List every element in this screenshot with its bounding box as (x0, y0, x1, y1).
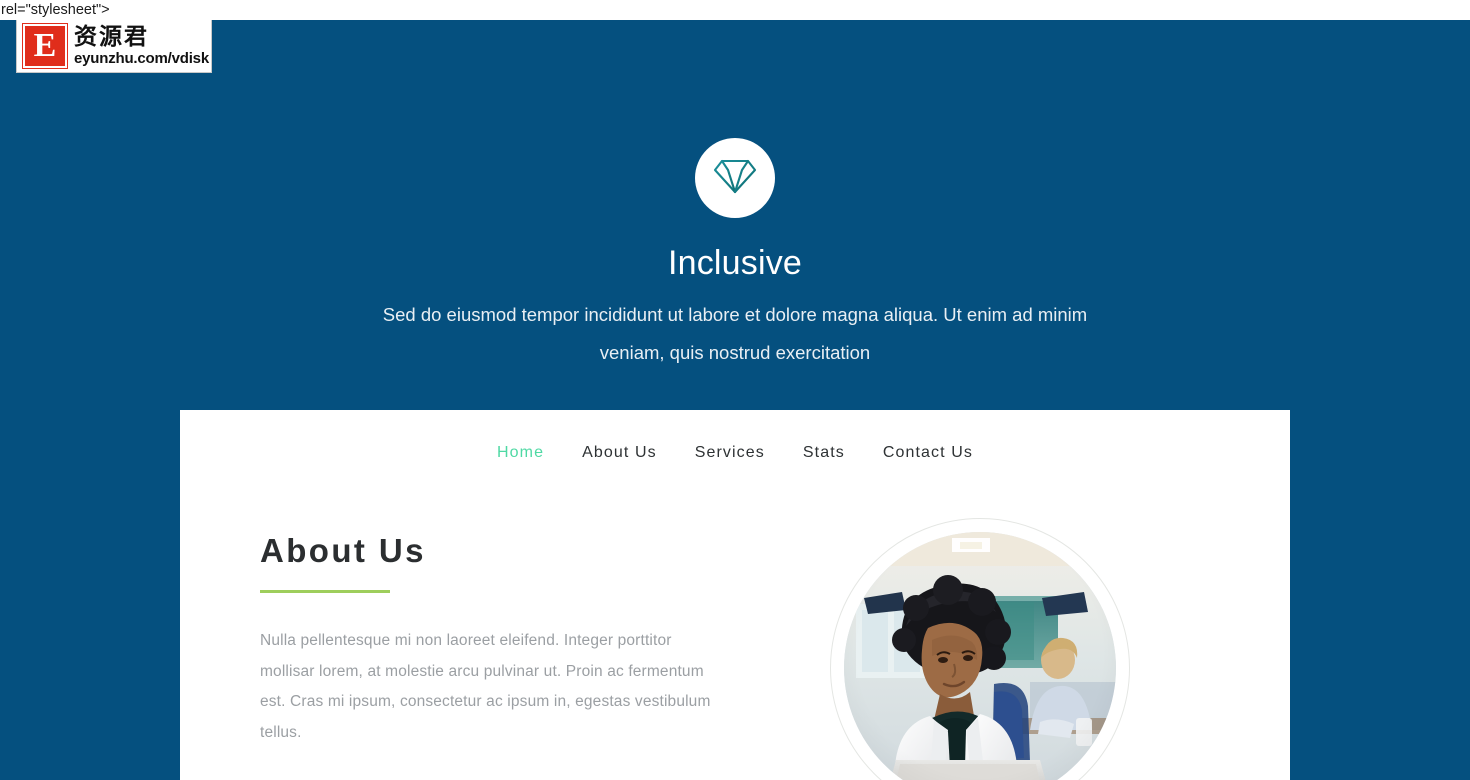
page-root: E 资源君 eyunzhu.com/vdisk Inclusive Sed do… (0, 20, 1470, 780)
nav-item-home[interactable]: Home (497, 444, 544, 462)
about-text-column: About Us Nulla pellentesque mi non laore… (260, 532, 780, 748)
about-section: About Us Nulla pellentesque mi non laore… (180, 462, 1290, 780)
about-photo (844, 532, 1116, 780)
about-heading: About Us (260, 532, 426, 569)
about-photo-ring (830, 518, 1130, 780)
watermark-logo-mark: E (22, 22, 68, 69)
watermark-logo-letter: E (33, 26, 57, 64)
nav-item-contact-us[interactable]: Contact Us (883, 444, 973, 462)
watermark-logo-url: eyunzhu.com/vdisk (74, 49, 209, 67)
diamond-gem-icon (713, 156, 757, 201)
main-navigation: Home About Us Services Stats Contact Us (180, 410, 1290, 462)
watermark-logo-name: 资源君 (74, 23, 149, 50)
browser-source-text: rel="stylesheet"> (0, 0, 1470, 20)
hero-icon-circle (695, 138, 775, 218)
nav-item-services[interactable]: Services (695, 444, 765, 462)
watermark-logo-text: 资源君 eyunzhu.com/vdisk (74, 23, 209, 67)
hero-title: Inclusive (667, 244, 803, 282)
nav-item-stats[interactable]: Stats (803, 444, 845, 462)
content-card: Home About Us Services Stats Contact Us … (180, 410, 1290, 780)
watermark-logo-badge: E 资源君 eyunzhu.com/vdisk (16, 20, 212, 73)
about-accent-rule (260, 590, 390, 593)
hero-section: Inclusive Sed do eiusmod tempor incididu… (0, 20, 1470, 372)
about-body-text: Nulla pellentesque mi non laoreet eleife… (260, 632, 711, 741)
nav-item-about-us[interactable]: About Us (582, 444, 657, 462)
hero-subtitle: Sed do eiusmod tempor incididunt ut labo… (382, 304, 1088, 363)
about-image-column (780, 518, 1210, 780)
